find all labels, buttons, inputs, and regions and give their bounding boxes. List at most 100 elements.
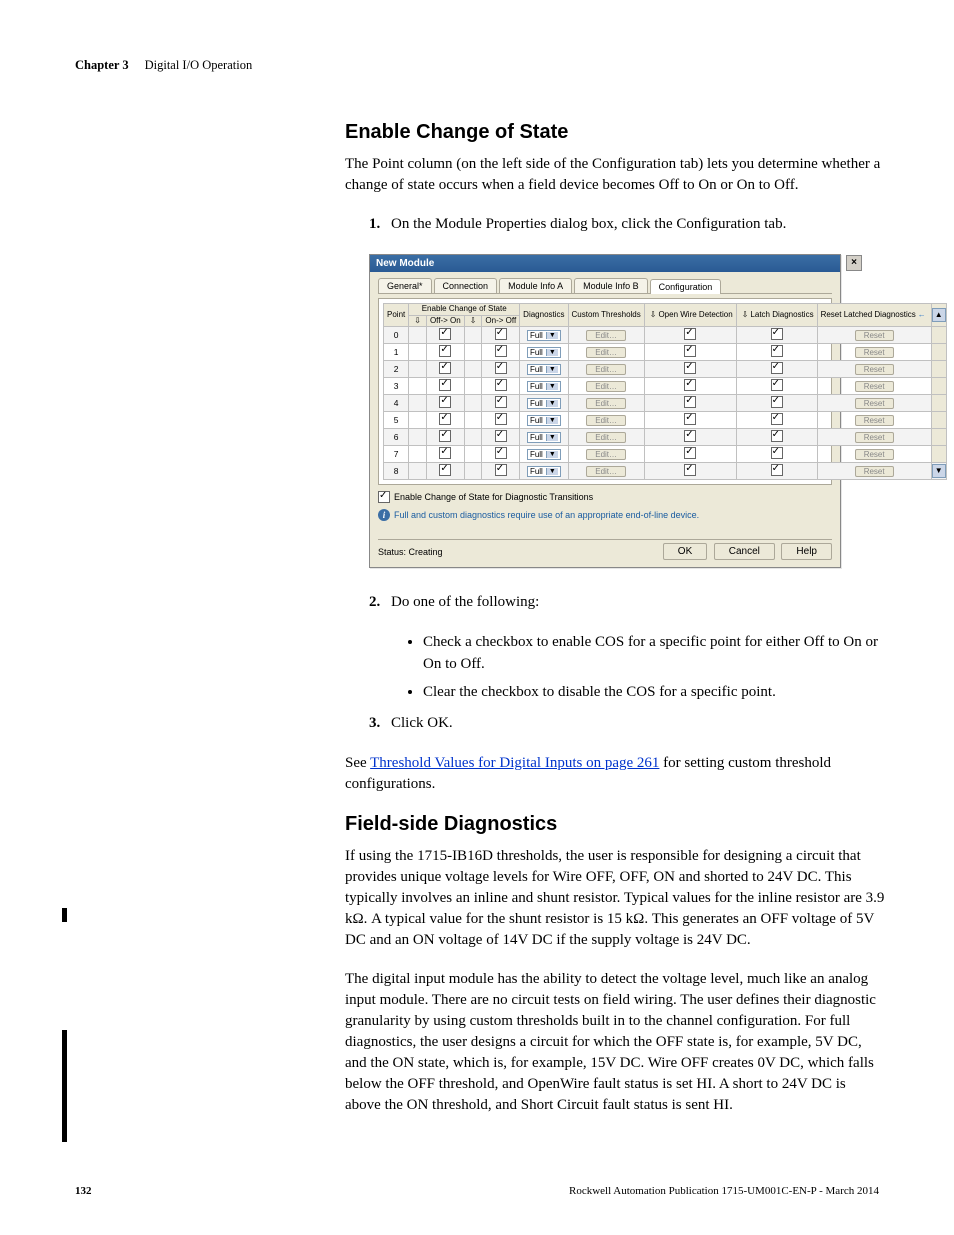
scrollbar-track[interactable] [931, 378, 946, 395]
cell-on-off[interactable] [482, 395, 520, 412]
cell-edit[interactable]: Edit… [568, 344, 644, 361]
cell-reset[interactable]: Reset [817, 378, 931, 395]
cell-edit[interactable]: Edit… [568, 395, 644, 412]
cell-edit[interactable]: Edit… [568, 327, 644, 344]
cell-off-on[interactable] [426, 429, 464, 446]
cell-diag[interactable]: Full▼ [520, 429, 568, 446]
cell-open-wire[interactable] [644, 344, 736, 361]
cell-off-on[interactable] [426, 344, 464, 361]
cell-point: 4 [384, 395, 409, 412]
cell-diag[interactable]: Full▼ [520, 463, 568, 480]
cell-off-on[interactable] [426, 412, 464, 429]
cell-reset[interactable]: Reset [817, 344, 931, 361]
cell-off-on[interactable] [426, 446, 464, 463]
cell-edit[interactable]: Edit… [568, 361, 644, 378]
cell-diag[interactable]: Full▼ [520, 412, 568, 429]
col-hdr-icon[interactable]: ⇩ [464, 315, 482, 327]
cell-spacer [409, 327, 427, 344]
cell-on-off[interactable] [482, 327, 520, 344]
cell-off-on[interactable] [426, 378, 464, 395]
cell-on-off[interactable] [482, 378, 520, 395]
cell-edit[interactable]: Edit… [568, 412, 644, 429]
threshold-link[interactable]: Threshold Values for Digital Inputs on p… [370, 755, 659, 771]
cell-latch[interactable] [736, 412, 817, 429]
cell-open-wire[interactable] [644, 412, 736, 429]
cell-diag[interactable]: Full▼ [520, 395, 568, 412]
cell-open-wire[interactable] [644, 395, 736, 412]
ok-button[interactable]: OK [663, 543, 707, 560]
scrollbar-track[interactable] [931, 429, 946, 446]
tab-module-info-a[interactable]: Module Info A [499, 278, 572, 293]
col-point: Point [384, 303, 409, 327]
cell-diag[interactable]: Full▼ [520, 361, 568, 378]
scrollbar[interactable]: ▲ [931, 303, 946, 327]
cell-reset[interactable]: Reset [817, 361, 931, 378]
cell-reset[interactable]: Reset [817, 395, 931, 412]
tab-connection[interactable]: Connection [434, 278, 498, 293]
scrollbar-track[interactable] [931, 395, 946, 412]
cell-open-wire[interactable] [644, 378, 736, 395]
cell-latch[interactable] [736, 327, 817, 344]
cell-latch[interactable] [736, 463, 817, 480]
cos-diag-checkbox[interactable] [378, 491, 390, 503]
step-text: Do one of the following: [391, 592, 539, 614]
cell-spacer [409, 463, 427, 480]
page-footer: 132 Rockwell Automation Publication 1715… [75, 1185, 879, 1197]
cell-edit[interactable]: Edit… [568, 429, 644, 446]
cell-on-off[interactable] [482, 463, 520, 480]
cell-latch[interactable] [736, 446, 817, 463]
cancel-button[interactable]: Cancel [714, 543, 775, 560]
cell-on-off[interactable] [482, 344, 520, 361]
cell-latch[interactable] [736, 344, 817, 361]
step-text: Click OK. [391, 713, 453, 735]
cell-point: 0 [384, 327, 409, 344]
cell-reset[interactable]: Reset [817, 429, 931, 446]
page-number: 132 [75, 1185, 92, 1197]
cell-latch[interactable] [736, 361, 817, 378]
cell-latch[interactable] [736, 378, 817, 395]
close-icon[interactable]: × [846, 255, 862, 271]
cell-edit[interactable]: Edit… [568, 378, 644, 395]
tab-general[interactable]: General* [378, 278, 432, 293]
cell-edit[interactable]: Edit… [568, 463, 644, 480]
dialog-titlebar: New Module [370, 255, 840, 272]
cell-on-off[interactable] [482, 429, 520, 446]
cell-spacer [464, 378, 482, 395]
scrollbar-track[interactable] [931, 412, 946, 429]
tab-module-info-b[interactable]: Module Info B [574, 278, 648, 293]
cell-diag[interactable]: Full▼ [520, 446, 568, 463]
cell-diag[interactable]: Full▼ [520, 378, 568, 395]
scrollbar-track[interactable] [931, 446, 946, 463]
cell-reset[interactable]: Reset [817, 327, 931, 344]
help-button[interactable]: Help [781, 543, 832, 560]
cell-on-off[interactable] [482, 412, 520, 429]
cell-reset[interactable]: Reset [817, 446, 931, 463]
cell-latch[interactable] [736, 429, 817, 446]
cell-diag[interactable]: Full▼ [520, 344, 568, 361]
cell-open-wire[interactable] [644, 429, 736, 446]
step-number: 3. [369, 713, 391, 735]
cell-latch[interactable] [736, 395, 817, 412]
scrollbar-track[interactable] [931, 344, 946, 361]
scrollbar-track[interactable] [931, 327, 946, 344]
cell-open-wire[interactable] [644, 361, 736, 378]
cell-reset[interactable]: Reset [817, 412, 931, 429]
cell-reset[interactable]: Reset [817, 463, 931, 480]
cell-on-off[interactable] [482, 361, 520, 378]
cell-on-off[interactable] [482, 446, 520, 463]
cell-open-wire[interactable] [644, 463, 736, 480]
cell-off-on[interactable] [426, 463, 464, 480]
table-row: 7Full▼Edit…Reset [384, 446, 947, 463]
cell-open-wire[interactable] [644, 327, 736, 344]
cell-off-on[interactable] [426, 395, 464, 412]
cell-off-on[interactable] [426, 327, 464, 344]
col-hdr-icon[interactable]: ⇩ [409, 315, 427, 327]
tab-configuration[interactable]: Configuration [650, 279, 722, 294]
cell-off-on[interactable] [426, 361, 464, 378]
scrollbar-track[interactable] [931, 361, 946, 378]
cell-open-wire[interactable] [644, 446, 736, 463]
cell-diag[interactable]: Full▼ [520, 327, 568, 344]
table-row: 4 Full▼Edit… Reset [384, 395, 947, 412]
cell-edit[interactable]: Edit… [568, 446, 644, 463]
scrollbar[interactable]: ▼ [931, 463, 946, 480]
